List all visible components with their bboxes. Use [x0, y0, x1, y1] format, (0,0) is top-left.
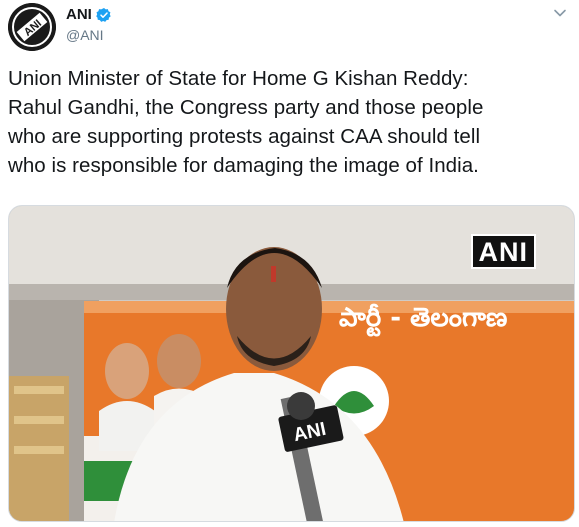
avatar[interactable]: ANI — [8, 3, 56, 51]
chevron-down-icon[interactable] — [553, 6, 567, 20]
tweet-text-line: Rahul Gandhi, the Congress party and tho… — [8, 96, 484, 119]
tweet-media-image[interactable]: పార్టీ - తెలంగాణ ANI ANI — [8, 205, 575, 522]
tweet-text-line: Union Minister of State for Home G Kisha… — [8, 67, 469, 90]
tweet-text-line: who are supporting protests against CAA … — [8, 125, 481, 148]
verified-badge-icon — [96, 7, 111, 22]
ani-watermark: ANI — [470, 234, 536, 269]
handle[interactable]: @ANI — [66, 27, 104, 43]
ani-logo-icon: ANI — [8, 3, 56, 51]
display-name[interactable]: ANI — [66, 6, 92, 23]
banner-text: పార్టీ - తెలంగాణ — [339, 303, 508, 337]
name-row: ANI — [66, 6, 112, 23]
tweet-text: Union Minister of State for Home G Kisha… — [8, 64, 570, 180]
tweet-card: ANI ANI @ANI Union Minister of State for… — [0, 0, 579, 527]
tweet-text-line: who is responsible for damaging the imag… — [8, 154, 479, 177]
